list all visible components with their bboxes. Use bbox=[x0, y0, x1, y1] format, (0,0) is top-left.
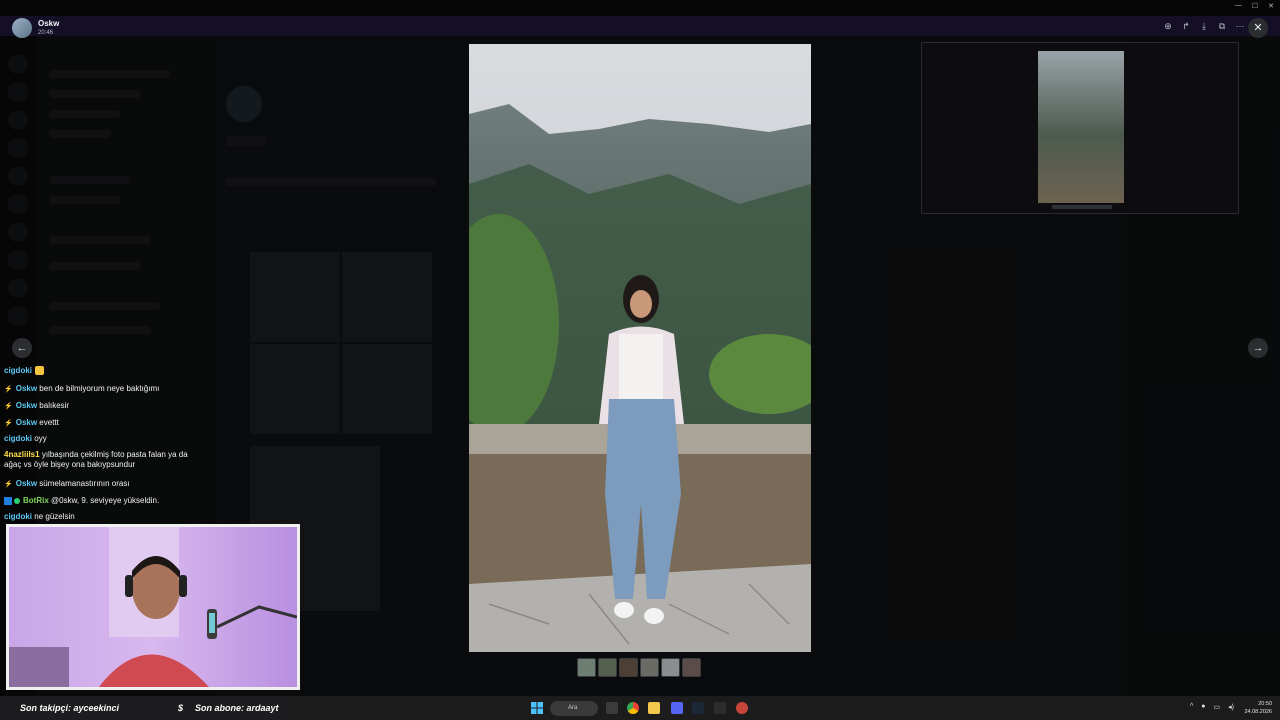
chat-text: oyy bbox=[34, 434, 47, 443]
chrome-icon[interactable] bbox=[627, 702, 639, 714]
minimize-icon[interactable]: — bbox=[1235, 2, 1242, 10]
uploader-name[interactable]: Oskw bbox=[38, 19, 59, 28]
thumbnail[interactable] bbox=[682, 658, 701, 677]
chat-message: cigdoki oyy bbox=[4, 434, 214, 444]
latest-follower-label: Son takipçi: ayceekinci bbox=[20, 703, 120, 713]
chat-message: ⚡ Oskw sümelamanastırının orası bbox=[4, 479, 214, 490]
obs-icon[interactable] bbox=[714, 702, 726, 714]
more-icon[interactable]: ⋯ bbox=[1234, 20, 1246, 32]
bolt-badge-icon: ⚡ bbox=[4, 420, 13, 427]
steam-icon[interactable] bbox=[692, 702, 704, 714]
discord-icon[interactable] bbox=[671, 702, 683, 714]
forward-icon[interactable]: ↱ bbox=[1180, 20, 1192, 32]
clock-time: 20:50 bbox=[1258, 701, 1272, 707]
thumbnail[interactable] bbox=[640, 658, 659, 677]
viewer-image bbox=[469, 44, 811, 652]
chat-username: Oskw bbox=[15, 384, 38, 393]
open-external-icon[interactable]: ⧉ bbox=[1216, 20, 1228, 32]
next-image-button[interactable]: → bbox=[1248, 338, 1268, 358]
chat-message: ⚡ Oskw ben de bilmiyorum neye baktığımı bbox=[4, 384, 214, 395]
viewer-header: Oskw 20:46 ⊕ ↱ ⤓ ⧉ ⋯ ✕ bbox=[0, 14, 1280, 42]
thumbnail[interactable] bbox=[661, 658, 680, 677]
chat-username: Oskw bbox=[15, 418, 38, 427]
taskbar-search[interactable]: Ara bbox=[550, 701, 598, 716]
network-icon[interactable]: ▭ bbox=[1214, 703, 1221, 711]
bolt-badge-icon: ⚡ bbox=[4, 403, 13, 410]
bolt-badge-icon: ⚡ bbox=[4, 481, 13, 488]
chat-text: ben de bilmiyorum neye baktığımı bbox=[39, 384, 160, 393]
zoom-in-icon[interactable]: ⊕ bbox=[1162, 20, 1174, 32]
chat-text: @0skw, 9. seviyeye yükseldin. bbox=[51, 496, 160, 505]
file-explorer-icon[interactable] bbox=[648, 702, 660, 714]
preview-image bbox=[1038, 51, 1124, 203]
chevron-up-icon[interactable]: ^ bbox=[1190, 703, 1193, 711]
bolt-badge-icon: ⚡ bbox=[4, 386, 13, 393]
chat-username: Oskw bbox=[15, 479, 38, 488]
clock[interactable]: 20:50 24.08.2026 bbox=[1244, 700, 1272, 716]
microphone-icon[interactable]: ● bbox=[1201, 703, 1205, 711]
close-viewer-button[interactable]: ✕ bbox=[1248, 18, 1268, 38]
avatar[interactable] bbox=[12, 18, 32, 38]
chat-username: cigdoki bbox=[4, 366, 33, 375]
chat-message: 4nazliils1 yılbaşında çekilmiş foto past… bbox=[4, 450, 204, 470]
viewer-actions: ⊕ ↱ ⤓ ⧉ ⋯ bbox=[1162, 20, 1246, 32]
chat-username: cigdoki bbox=[4, 512, 33, 521]
chat-username: Oskw bbox=[15, 401, 38, 410]
thumbnail[interactable] bbox=[577, 658, 596, 677]
download-icon[interactable]: ⤓ bbox=[1198, 20, 1210, 32]
chat-username: BotRix bbox=[23, 496, 49, 505]
dollar-icon: $ bbox=[178, 703, 184, 713]
volume-icon[interactable]: ◂) bbox=[1228, 703, 1234, 711]
chat-message: BotRix @0skw, 9. seviyeye yükseldin. bbox=[4, 496, 214, 506]
chat-username: 4nazliils1 bbox=[4, 450, 40, 459]
chat-message: cigdoki bbox=[4, 366, 214, 376]
verified-badge-icon bbox=[14, 497, 20, 504]
chat-username: cigdoki bbox=[4, 434, 33, 443]
window-controls[interactable]: — ☐ ✕ bbox=[1235, 2, 1274, 10]
maximize-icon[interactable]: ☐ bbox=[1252, 2, 1258, 10]
latest-sub-label: Son abone: ardaayt bbox=[195, 703, 279, 713]
emoji-icon bbox=[35, 366, 45, 376]
preview-popup bbox=[921, 42, 1239, 214]
stream-info-bar: Son takipçi: ayceekinci $ Son abone: ard… bbox=[0, 697, 294, 720]
task-view-icon[interactable] bbox=[606, 702, 618, 714]
thumbnail[interactable] bbox=[598, 658, 617, 677]
bot-badge-icon bbox=[4, 496, 12, 505]
chat-text: evettt bbox=[39, 418, 59, 427]
chat-text: ne güzelsin bbox=[34, 512, 75, 521]
upload-time: 20:46 bbox=[38, 30, 54, 36]
previous-image-button[interactable]: ← bbox=[12, 338, 32, 358]
system-tray: ^ ● ▭ ◂) bbox=[1190, 703, 1234, 711]
chat-message: ⚡ Oskw evettt bbox=[4, 418, 214, 429]
windows-start-icon[interactable] bbox=[531, 702, 543, 714]
app-icon[interactable] bbox=[736, 702, 748, 714]
thumbnail[interactable] bbox=[619, 658, 638, 677]
window-close-icon[interactable]: ✕ bbox=[1268, 2, 1274, 10]
chat-text: balıkesir bbox=[39, 401, 70, 410]
clock-date: 24.08.2026 bbox=[1244, 709, 1272, 715]
taskbar: Ara ^ ● ▭ ◂) 20:50 24.08.2026 bbox=[294, 697, 1280, 720]
chat-message: ⚡ Oskw balıkesir bbox=[4, 401, 214, 412]
webcam-overlay bbox=[6, 524, 300, 690]
thumbnail-strip bbox=[577, 658, 701, 677]
chat-text: sümelamanastırının orası bbox=[39, 479, 130, 488]
preview-caption-bar bbox=[1052, 205, 1112, 209]
chat-message: cigdoki ne güzelsin bbox=[4, 512, 214, 522]
